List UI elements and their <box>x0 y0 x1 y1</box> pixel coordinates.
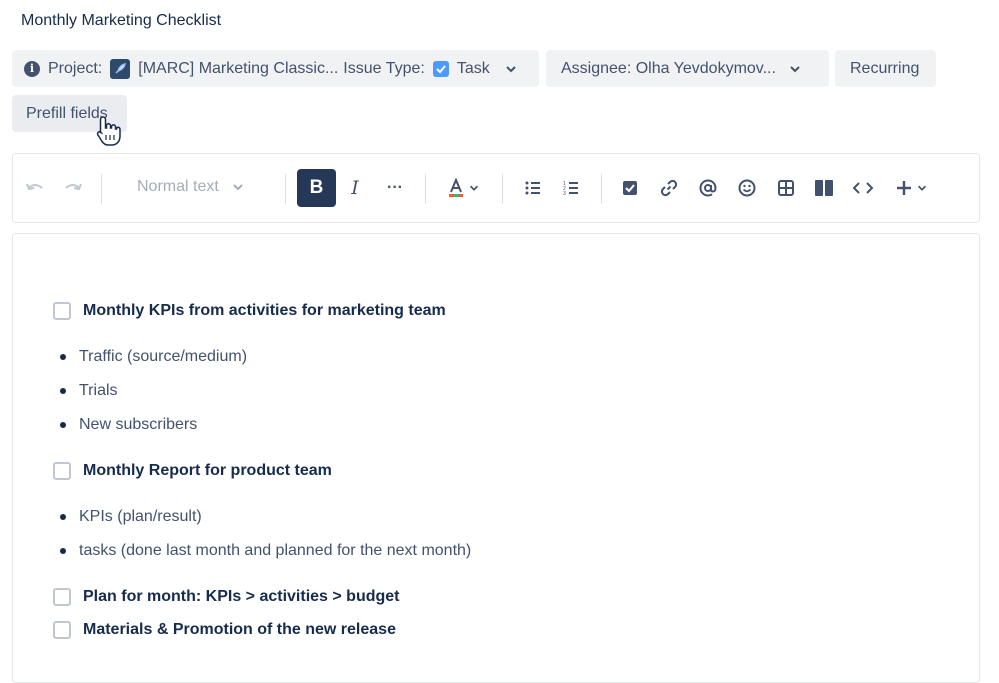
bullet-list-icon[interactable] <box>521 176 545 200</box>
task-item-text: Monthly Report for product team <box>83 462 332 479</box>
table-icon[interactable] <box>774 176 798 200</box>
editor-toolbar: Normal text B I ··· 123 <box>12 153 980 223</box>
project-issue-type-selector[interactable]: i Project: [MARC] Marketing Classic... I… <box>12 50 539 87</box>
emoji-icon[interactable] <box>735 176 759 200</box>
code-icon[interactable] <box>851 176 875 200</box>
bullet-point <box>60 548 66 554</box>
list-item: New subscribers <box>79 416 198 433</box>
text-style-dropdown[interactable]: Normal text <box>137 178 245 196</box>
assignee-value: Assignee: Olha Yevdokymov... <box>561 59 776 77</box>
page-title: Monthly Marketing Checklist <box>21 12 222 29</box>
task-item-text: Materials & Promotion of the new release <box>83 621 396 638</box>
issue-type-value: Task <box>456 59 490 77</box>
more-formatting-button[interactable]: ··· <box>383 176 407 200</box>
bullet-point <box>60 514 66 520</box>
chevron-down-icon <box>506 65 516 72</box>
redo-icon[interactable] <box>61 176 85 200</box>
hand-cursor-icon <box>96 116 121 146</box>
task-checkbox[interactable] <box>53 302 71 320</box>
assignee-selector[interactable]: Assignee: Olha Yevdokymov... <box>546 50 829 87</box>
bullet-point <box>60 422 66 428</box>
list-item: KPIs (plan/result) <box>79 508 202 525</box>
bold-label: B <box>309 177 324 198</box>
link-icon[interactable] <box>657 176 681 200</box>
action-item-icon[interactable] <box>618 176 642 200</box>
issue-type-label: Issue Type: <box>343 59 425 77</box>
rocket-icon <box>110 58 131 79</box>
task-checkbox[interactable] <box>53 588 71 606</box>
chevron-down-icon <box>469 185 478 191</box>
undo-icon[interactable] <box>23 176 47 200</box>
bold-button[interactable]: B <box>297 169 336 207</box>
project-value: [MARC] Marketing Classic... <box>138 59 339 77</box>
chevron-down-icon <box>233 184 243 191</box>
list-item: tasks (done last month and planned for t… <box>79 542 472 559</box>
bullet-point <box>60 388 66 394</box>
svg-text:3: 3 <box>563 191 566 196</box>
italic-button[interactable]: I <box>343 176 367 200</box>
recurring-label: Recurring <box>850 59 920 77</box>
text-style-label: Normal text <box>137 178 219 195</box>
info-icon: i <box>24 60 40 77</box>
chevron-down-icon <box>917 185 926 191</box>
chevron-down-icon <box>790 65 800 72</box>
task-item-text: Plan for month: KPIs > activities > budg… <box>83 588 400 605</box>
task-checkbox[interactable] <box>53 621 71 639</box>
bullet-point <box>60 354 66 360</box>
layout-columns-icon[interactable] <box>812 176 836 200</box>
task-checkbox[interactable] <box>53 462 71 480</box>
mention-icon[interactable] <box>696 176 720 200</box>
numbered-list-icon[interactable]: 123 <box>559 176 583 200</box>
text-color-icon <box>448 178 463 197</box>
project-label: Project: <box>48 59 103 77</box>
text-color-button[interactable] <box>443 176 483 200</box>
insert-more-button[interactable] <box>891 176 931 200</box>
task-type-icon <box>432 60 449 77</box>
more-label: ··· <box>387 179 403 196</box>
recurring-button[interactable]: Recurring <box>835 50 936 87</box>
task-item-text: Monthly KPIs from activities for marketi… <box>83 302 446 319</box>
italic-label: I <box>351 177 359 199</box>
editor-content-area[interactable] <box>12 233 980 683</box>
list-item: Trials <box>79 382 118 399</box>
plus-icon <box>896 181 911 195</box>
list-item: Traffic (source/medium) <box>79 348 248 365</box>
